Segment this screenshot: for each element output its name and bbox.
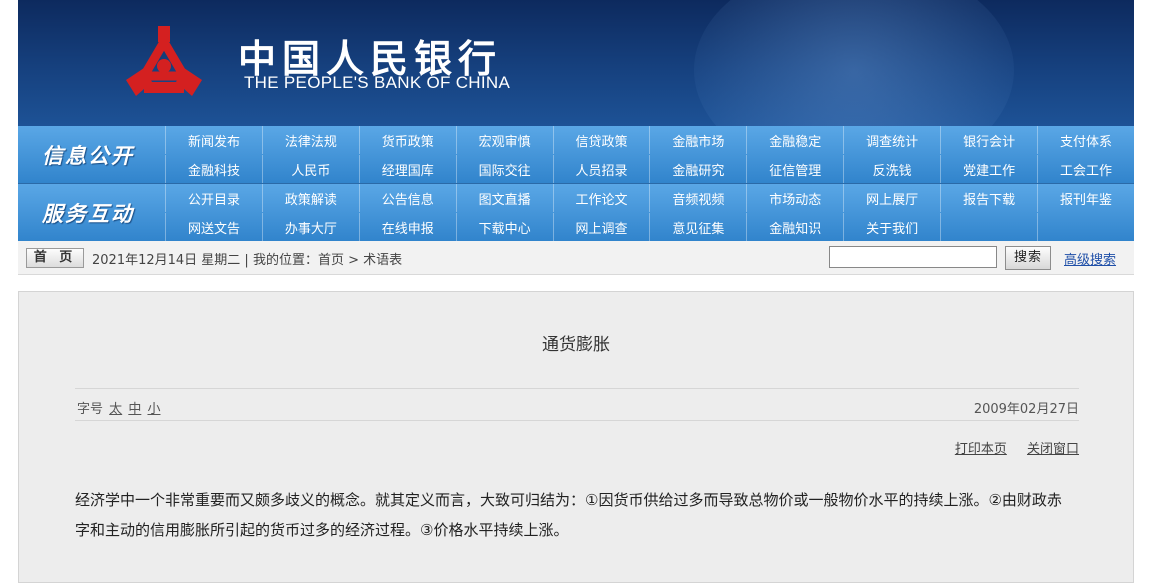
nav-heading-info[interactable]: 信息公开	[18, 126, 158, 183]
nav-item-empty	[1037, 213, 1134, 241]
nav-group-info: 信息公开 新闻发布 法律法规 货币政策 宏观审慎 信贷政策 金融市场 金融稳定 …	[18, 126, 1134, 183]
nav-item-empty	[940, 213, 1037, 241]
font-size-controls: 字号 太 中 小	[77, 398, 160, 417]
nav-item[interactable]: 国际交往	[455, 155, 553, 183]
nav-item[interactable]: 人员招录	[552, 155, 650, 183]
nav-item[interactable]: 征信管理	[746, 155, 843, 183]
nav-item[interactable]: 图文直播	[455, 184, 553, 212]
nav-item[interactable]: 金融科技	[165, 155, 262, 183]
main-navigation: 信息公开 新闻发布 法律法规 货币政策 宏观审慎 信贷政策 金融市场 金融稳定 …	[18, 126, 1134, 241]
nav-group-service: 服务互动 公开目录 政策解读 公告信息 图文直播 工作论文 音频视频 市场动态 …	[18, 184, 1134, 241]
nav-item[interactable]: 信贷政策	[552, 126, 650, 154]
nav-item[interactable]: 金融知识	[746, 213, 843, 241]
nav-item[interactable]: 公开目录	[165, 184, 262, 212]
article-tools: 打印本页 关闭窗口	[939, 438, 1079, 457]
nav-item[interactable]: 市场动态	[746, 184, 843, 212]
breadcrumb: 2021年12月14日 星期二 | 我的位置：首页 > 术语表	[92, 253, 403, 268]
nav-item[interactable]: 网上展厅	[843, 184, 940, 212]
divider	[75, 388, 1079, 389]
nav-item[interactable]: 下载中心	[455, 213, 553, 241]
nav-item[interactable]: 报刊年鉴	[1037, 184, 1134, 212]
nav-item[interactable]: 公告信息	[358, 184, 456, 212]
nav-item[interactable]: 办事大厅	[261, 213, 359, 241]
font-size-small-link[interactable]: 小	[147, 402, 160, 417]
article-date: 2009年02月27日	[973, 402, 1079, 417]
nav-item[interactable]: 政策解读	[261, 184, 359, 212]
nav-item[interactable]: 意见征集	[649, 213, 746, 241]
nav-item[interactable]: 报告下载	[940, 184, 1037, 212]
article-body: 经济学中一个非常重要而又颇多歧义的概念。就其定义而言，大致可归结为：①因货币供给…	[75, 491, 1062, 539]
nav-item[interactable]: 工作论文	[552, 184, 650, 212]
close-window-link[interactable]: 关闭窗口	[1027, 442, 1079, 457]
nav-grid-service: 公开目录 政策解读 公告信息 图文直播 工作论文 音频视频 市场动态 网上展厅 …	[165, 184, 1134, 241]
nav-item[interactable]: 货币政策	[358, 126, 456, 154]
nav-item[interactable]: 金融市场	[649, 126, 746, 154]
site-title-en: THE PEOPLE'S BANK OF CHINA	[244, 73, 511, 92]
print-link[interactable]: 打印本页	[955, 442, 1007, 457]
nav-item[interactable]: 法律法规	[261, 126, 359, 154]
nav-item[interactable]: 金融研究	[649, 155, 746, 183]
pboc-emblem-icon	[126, 26, 202, 96]
nav-grid-info: 新闻发布 法律法规 货币政策 宏观审慎 信贷政策 金融市场 金融稳定 调查统计 …	[165, 126, 1134, 183]
nav-item[interactable]: 网上调查	[552, 213, 650, 241]
nav-item[interactable]: 人民币	[261, 155, 359, 183]
nav-item[interactable]: 反洗钱	[843, 155, 940, 183]
nav-item[interactable]: 宏观审慎	[455, 126, 553, 154]
advanced-search-link[interactable]: 高级搜索	[1064, 249, 1116, 268]
article-title: 通货膨胀	[542, 335, 610, 355]
nav-item[interactable]: 工会工作	[1037, 155, 1134, 183]
font-size-large-link[interactable]: 太	[109, 402, 122, 417]
nav-item[interactable]: 新闻发布	[165, 126, 262, 154]
nav-item[interactable]: 音频视频	[649, 184, 746, 212]
nav-item[interactable]: 网送文告	[165, 213, 262, 241]
nav-heading-service[interactable]: 服务互动	[18, 184, 158, 241]
nav-item[interactable]: 银行会计	[940, 126, 1037, 154]
nav-item[interactable]: 调查统计	[843, 126, 940, 154]
font-size-label: 字号	[77, 402, 104, 417]
divider	[75, 420, 1079, 421]
font-size-medium-link[interactable]: 中	[128, 402, 141, 417]
nav-item[interactable]: 在线申报	[358, 213, 456, 241]
nav-item[interactable]: 党建工作	[940, 155, 1037, 183]
site-banner: 中国人民银行 THE PEOPLE'S BANK OF CHINA	[18, 0, 1134, 126]
banner-glow	[694, 0, 1014, 126]
nav-item[interactable]: 经理国库	[358, 155, 456, 183]
search-input[interactable]	[829, 246, 997, 268]
nav-item[interactable]: 支付体系	[1037, 126, 1134, 154]
nav-item[interactable]: 金融稳定	[746, 126, 843, 154]
location-bar: 首 页 2021年12月14日 星期二 | 我的位置：首页 > 术语表 搜索 高…	[18, 241, 1134, 275]
search-button[interactable]: 搜索	[1005, 246, 1051, 270]
article-panel: 通货膨胀 字号 太 中 小 2009年02月27日 打印本页 关闭窗口 经济学中…	[18, 291, 1134, 583]
nav-item[interactable]: 关于我们	[843, 213, 940, 241]
home-button[interactable]: 首 页	[26, 248, 84, 268]
